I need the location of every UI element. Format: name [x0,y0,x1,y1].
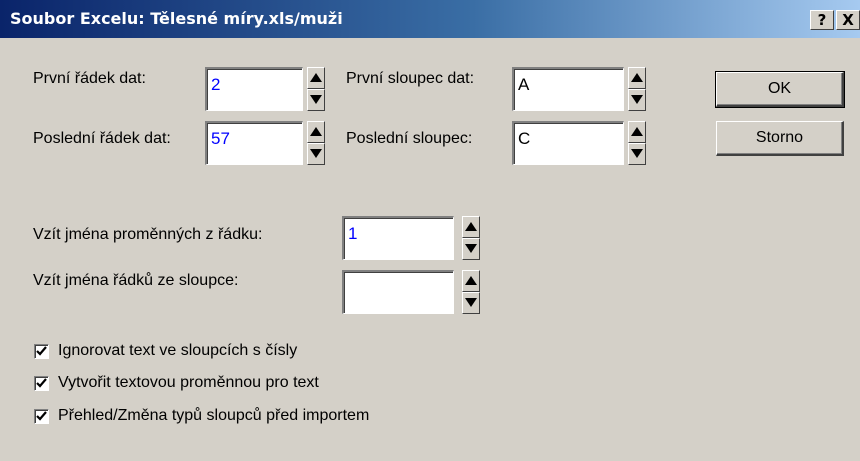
spin-up-button[interactable] [462,216,480,238]
spin-up-button[interactable] [307,121,325,143]
ignore-text-checkbox[interactable] [34,344,49,359]
var-names-row-label: Vzít jména proměnných z řádku: [33,226,263,243]
last-column-label: Poslední sloupec: [346,130,473,147]
triangle-up-icon [310,127,322,136]
spin-up-button[interactable] [628,121,646,143]
triangle-up-icon [631,127,643,136]
triangle-down-icon [465,244,477,253]
row-names-column-spinner[interactable] [462,270,480,314]
cancel-button[interactable]: Storno [716,121,844,156]
spin-down-button[interactable] [307,143,325,165]
triangle-down-icon [310,95,322,104]
first-column-label: První sloupec dat: [346,70,475,87]
first-column-spinner[interactable] [628,67,646,111]
create-text-variable-checkbox[interactable] [34,376,49,391]
first-column-input[interactable]: A [512,67,624,111]
triangle-up-icon [465,222,477,231]
first-row-input[interactable]: 2 [205,67,303,111]
help-button[interactable]: ? [810,10,834,30]
window-title: Soubor Excelu: Tělesné míry.xls/muži [10,9,343,28]
triangle-down-icon [631,95,643,104]
triangle-down-icon [465,298,477,307]
spin-up-button[interactable] [628,67,646,89]
checkmark-icon [36,411,47,421]
spin-up-button[interactable] [462,270,480,292]
checkbox-label: Ignorovat text ve sloupcích s čísly [58,342,298,359]
triangle-down-icon [310,149,322,158]
checkbox-label: Přehled/Změna typů sloupců před importem [58,407,370,424]
checkmark-icon [36,378,47,388]
spin-up-button[interactable] [307,67,325,89]
spin-down-button[interactable] [628,89,646,111]
ok-button[interactable]: OK [715,71,845,108]
spin-down-button[interactable] [628,143,646,165]
last-row-input[interactable]: 57 [205,121,303,165]
last-row-spinner[interactable] [307,121,325,165]
checkmark-icon [36,346,47,356]
review-column-types-checkbox[interactable] [34,409,49,424]
var-names-row-spinner[interactable] [462,216,480,260]
last-column-spinner[interactable] [628,121,646,165]
checkbox-label: Vytvořit textovou proměnnou pro text [58,374,319,391]
first-row-spinner[interactable] [307,67,325,111]
triangle-up-icon [310,73,322,82]
title-bar[interactable]: Soubor Excelu: Tělesné míry.xls/muži ? X [0,0,860,38]
triangle-up-icon [465,276,477,285]
first-row-label: První řádek dat: [33,70,146,87]
row-names-column-input[interactable] [342,270,454,314]
excel-import-dialog: Soubor Excelu: Tělesné míry.xls/muži ? X… [0,0,860,461]
close-button[interactable]: X [836,10,860,30]
last-row-label: Poslední řádek dat: [33,130,171,147]
spin-down-button[interactable] [462,238,480,260]
row-names-column-label: Vzít jména řádků ze sloupce: [33,272,239,289]
spin-down-button[interactable] [462,292,480,314]
triangle-up-icon [631,73,643,82]
triangle-down-icon [631,149,643,158]
last-column-input[interactable]: C [512,121,624,165]
spin-down-button[interactable] [307,89,325,111]
var-names-row-input[interactable]: 1 [342,216,454,260]
